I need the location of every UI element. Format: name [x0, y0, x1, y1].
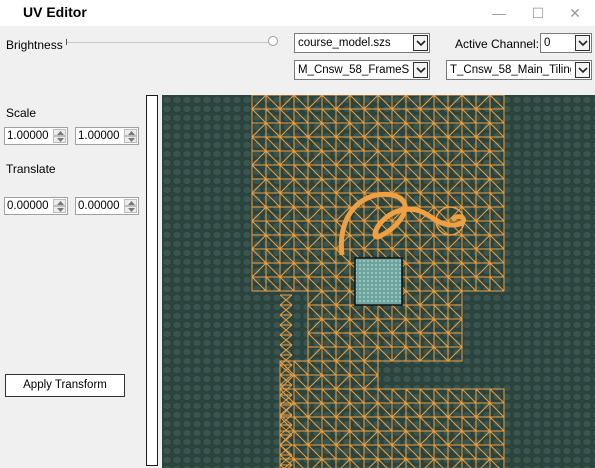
close-button[interactable]: ✕ — [560, 3, 590, 23]
spin-up-icon[interactable] — [53, 199, 66, 206]
spin-up-icon[interactable] — [53, 129, 66, 136]
vertical-scrollbar[interactable] — [146, 95, 158, 466]
scale-y-value: 1.00000 — [78, 130, 120, 142]
brightness-label: Brightness — [6, 38, 63, 52]
model-select-value: course_model.szs — [298, 37, 391, 49]
material-select[interactable]: M_Cnsw_58_FrameSet. — [294, 60, 430, 80]
brightness-slider-thumb[interactable] — [268, 36, 278, 46]
spin-down-icon[interactable] — [53, 206, 66, 213]
title-bar: UV Editor — ☐ ✕ — [0, 0, 595, 26]
chevron-down-icon[interactable] — [413, 62, 428, 78]
translate-label: Translate — [6, 162, 56, 176]
apply-transform-button[interactable]: Apply Transform — [5, 374, 125, 397]
active-channel-value: 0 — [544, 37, 551, 49]
scale-y-input[interactable]: 1.00000 — [75, 127, 139, 145]
spin-down-icon[interactable] — [124, 136, 137, 143]
active-channel-label: Active Channel: — [455, 37, 540, 51]
spin-down-icon[interactable] — [124, 206, 137, 213]
spin-up-icon[interactable] — [124, 199, 137, 206]
brightness-slider-track[interactable] — [66, 42, 274, 43]
scale-label: Scale — [6, 106, 37, 120]
chevron-down-icon[interactable] — [413, 35, 428, 51]
translate-x-value: 0.00000 — [7, 200, 49, 212]
translate-x-input[interactable]: 0.00000 — [4, 197, 68, 215]
uv-canvas[interactable] — [162, 95, 595, 468]
scale-x-value: 1.00000 — [7, 130, 49, 142]
window-title: UV Editor — [23, 4, 87, 20]
active-channel-select[interactable]: 0 — [540, 33, 592, 53]
model-select[interactable]: course_model.szs — [294, 33, 430, 53]
spin-down-icon[interactable] — [53, 136, 66, 143]
chevron-down-icon[interactable] — [575, 35, 590, 51]
scale-x-input[interactable]: 1.00000 — [4, 127, 68, 145]
maximize-button[interactable]: ☐ — [523, 3, 553, 23]
minimize-button[interactable]: — — [484, 3, 514, 23]
texture-select-value: T_Cnsw_58_Main_TilingF — [450, 64, 571, 76]
translate-y-value: 0.00000 — [78, 200, 120, 212]
material-select-value: M_Cnsw_58_FrameSet. — [298, 64, 409, 76]
uv-selection-box[interactable] — [354, 257, 403, 306]
translate-y-input[interactable]: 0.00000 — [75, 197, 139, 215]
chevron-down-icon[interactable] — [575, 62, 590, 78]
brightness-slider-tick — [66, 39, 67, 45]
texture-select[interactable]: T_Cnsw_58_Main_TilingF — [446, 60, 592, 80]
uv-viewport[interactable] — [162, 95, 595, 468]
spin-up-icon[interactable] — [124, 129, 137, 136]
